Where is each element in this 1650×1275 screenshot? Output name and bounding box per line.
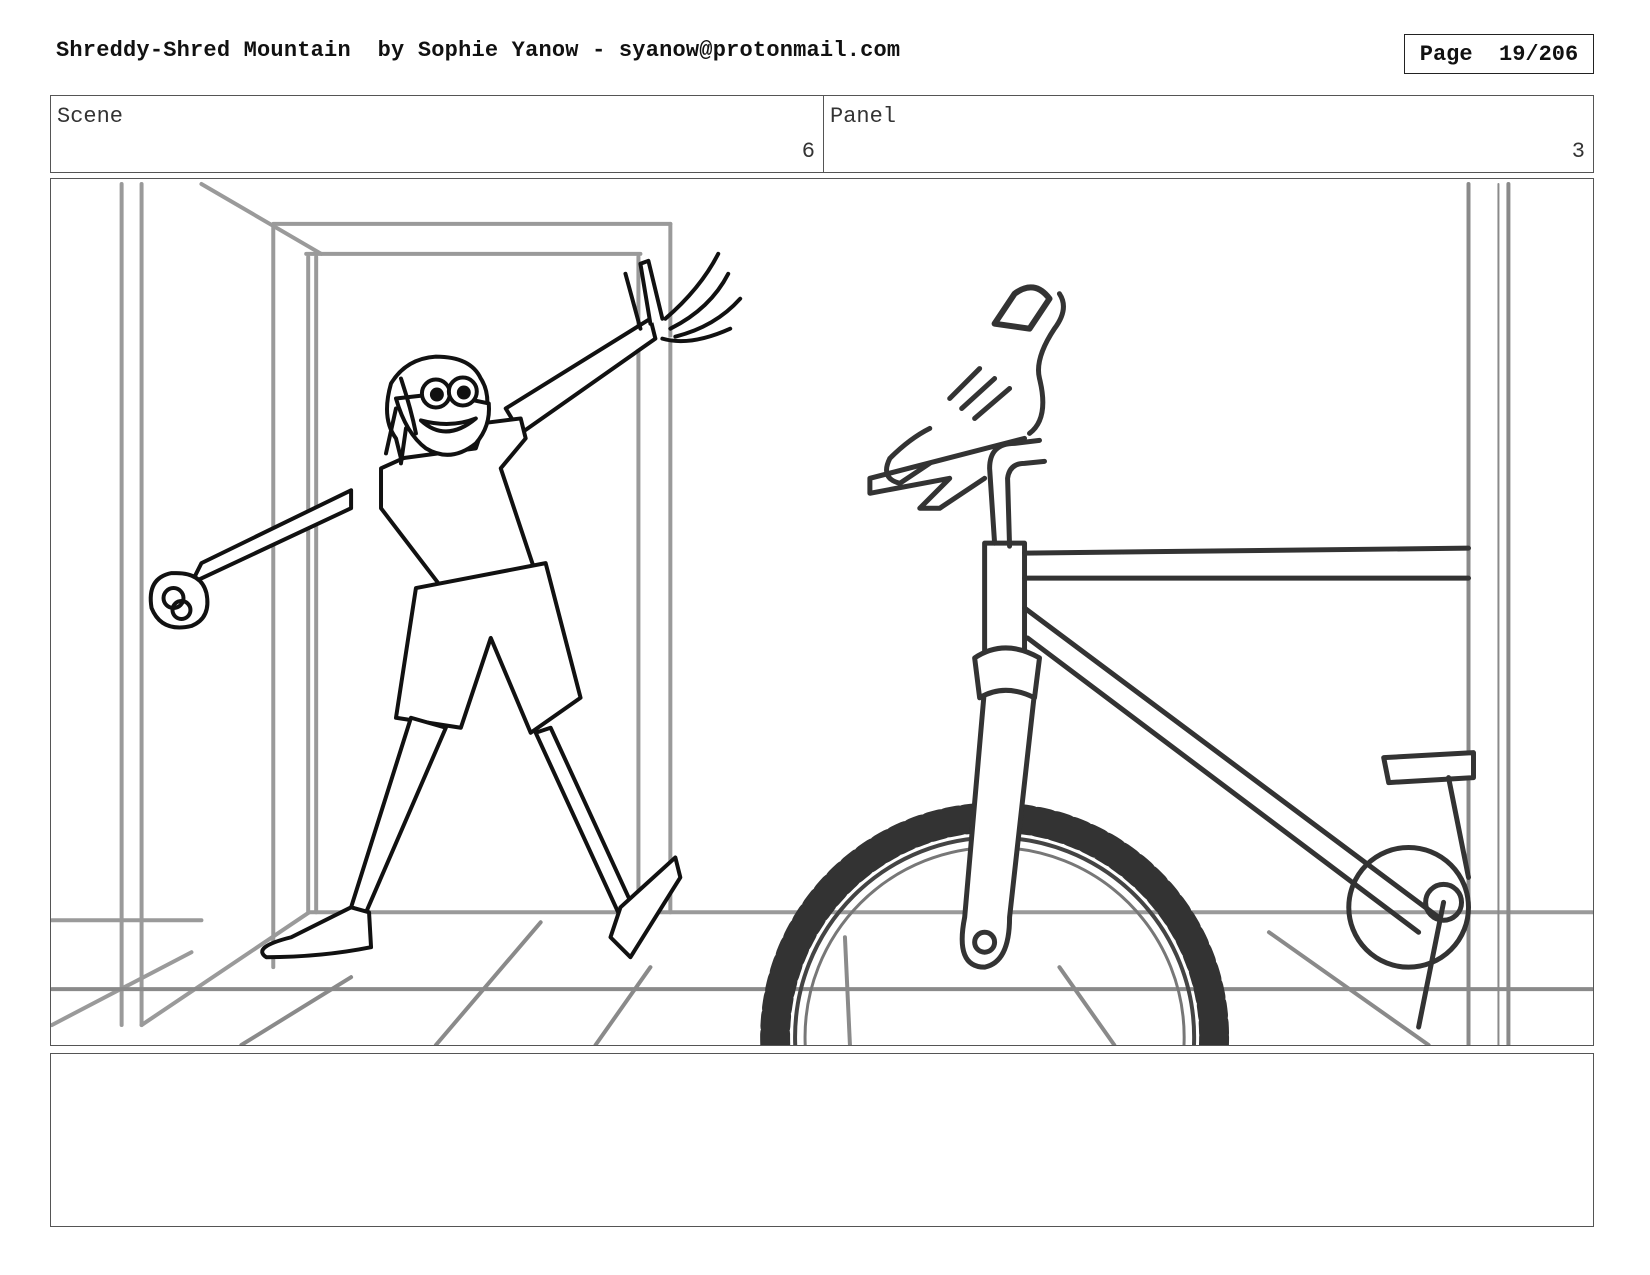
page-number: 19/206 [1499,41,1579,67]
panel-label: Panel [830,104,897,129]
page-label: Page [1419,41,1473,67]
page-indicator: Page 19/206 [1404,34,1594,74]
storyboard-frame [50,178,1594,1046]
scene-panel-info-row: Scene 6 Panel 3 [50,95,1594,173]
scene-label: Scene [57,104,124,129]
panel-number: 3 [1571,139,1585,164]
document-title: Shreddy-Shred Mountain by Sophie Yanow -… [56,38,901,63]
scene-number: 6 [801,139,815,164]
storyboard-sketch [51,181,1593,1045]
notes-box [50,1053,1594,1227]
panel-cell: Panel 3 [824,96,1593,172]
character-sketch [148,251,743,960]
scene-cell: Scene 6 [51,96,824,172]
bicycle [760,284,1476,1045]
